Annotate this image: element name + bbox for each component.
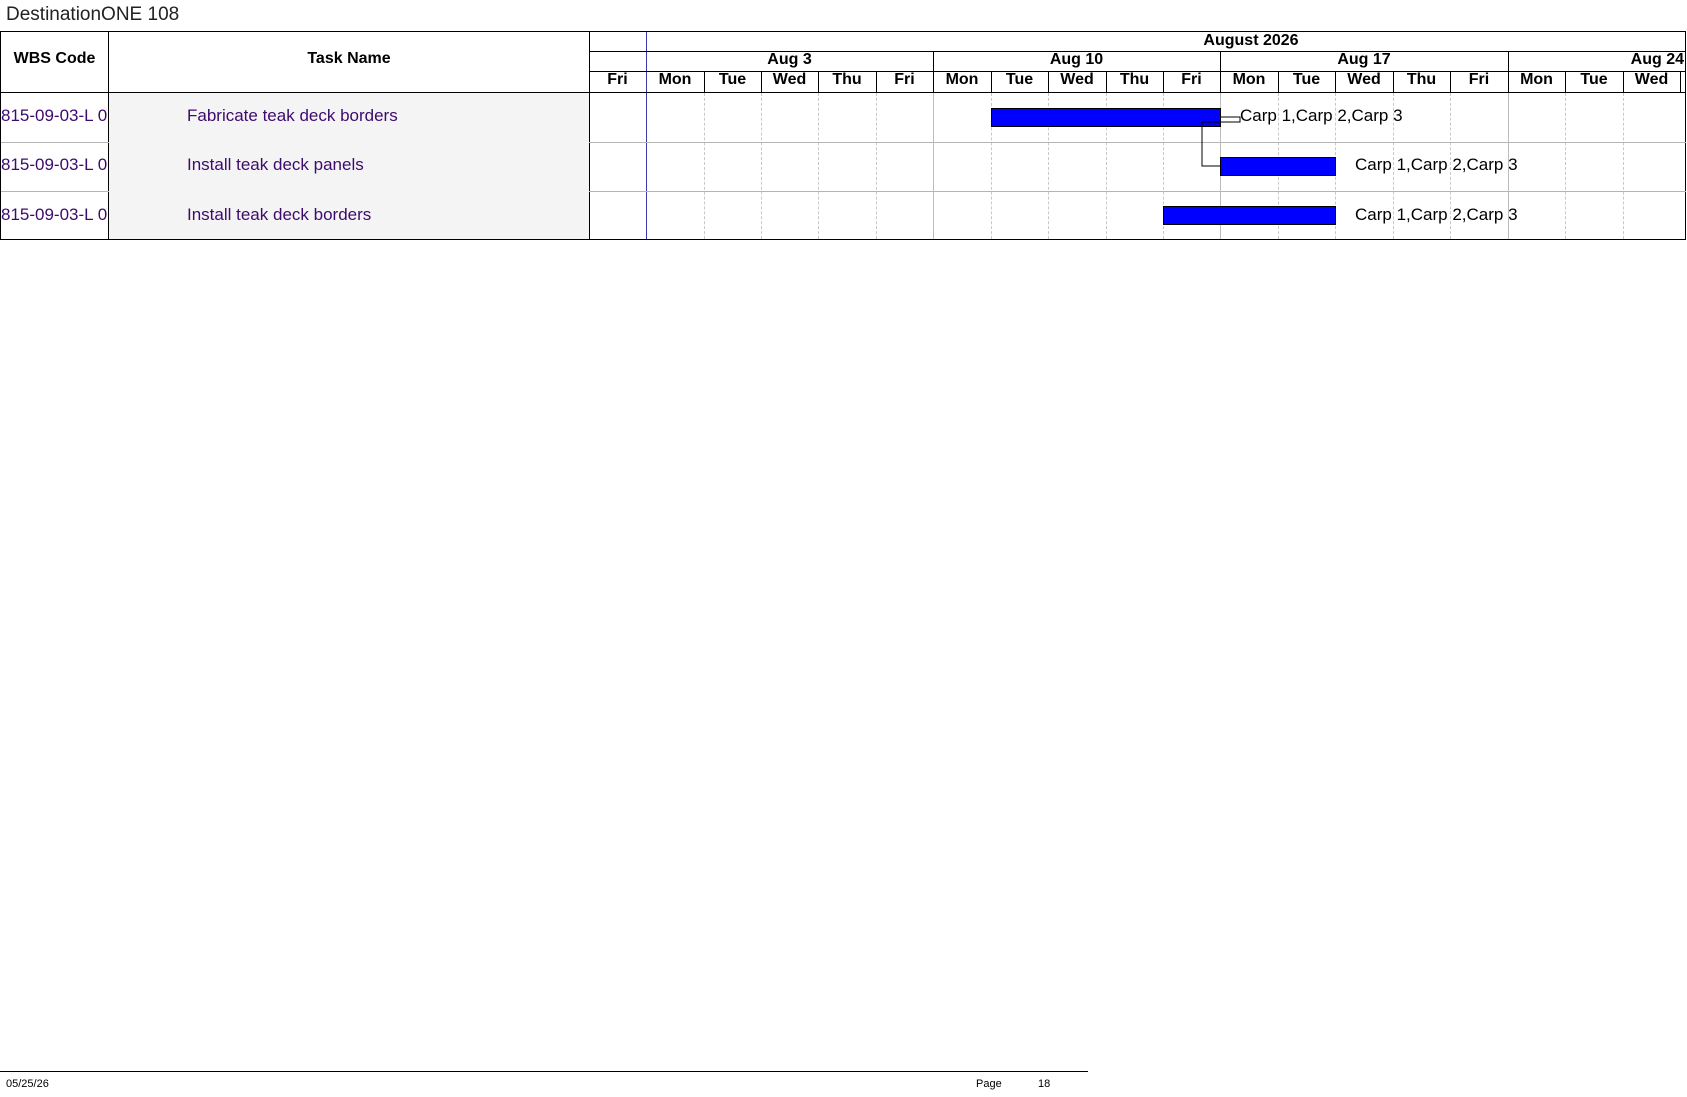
week-label: Aug 17: [1337, 51, 1391, 68]
footer-page-label: Page: [976, 1078, 1002, 1090]
document-title: DestinationONE 108: [6, 4, 180, 25]
gantt-table: WBS Code Task Name August 2026 Aug 3 Aug…: [0, 31, 1686, 240]
task-wbs-code[interactable]: 815-09-03-L 0: [1, 155, 108, 175]
day-label: Fri: [607, 71, 628, 88]
task-bar-install-borders[interactable]: [1163, 206, 1336, 225]
day-label: Mon: [945, 71, 979, 88]
day-label: Tue: [1005, 71, 1034, 88]
day-label: Tue: [1580, 71, 1608, 88]
task-wbs-code[interactable]: 815-09-03-L 0: [1, 205, 108, 225]
day-label: Wed: [1347, 71, 1381, 88]
day-label: Thu: [1406, 71, 1437, 88]
week-label: Aug 3: [767, 51, 812, 68]
day-label: Tue: [1292, 71, 1321, 88]
resource-names-label: Carp 1,Carp 2,Carp 3: [1355, 155, 1518, 174]
dependency-link-arrow: [1201, 116, 1241, 167]
day-label: Thu: [1119, 71, 1150, 88]
task-name-header[interactable]: Task Name: [109, 50, 589, 68]
day-label: Mon: [658, 71, 692, 88]
day-label: Thu: [832, 71, 862, 88]
day-label: Wed: [1634, 71, 1669, 88]
resource-names-label: Carp 1,Carp 2,Carp 3: [1355, 205, 1518, 224]
day-label: Mon: [1232, 71, 1266, 88]
week-label: Aug 10: [1049, 51, 1104, 68]
resource-names-label: Carp 1,Carp 2,Carp 3: [1240, 106, 1403, 125]
day-label: Fri: [894, 71, 915, 88]
grid-chart-divider[interactable]: [589, 32, 590, 239]
task-name[interactable]: Fabricate teak deck borders: [187, 106, 587, 126]
task-name[interactable]: Install teak deck panels: [187, 155, 587, 175]
footer-divider: [0, 1071, 1088, 1072]
task-bar-fabricate-borders[interactable]: [991, 108, 1221, 127]
footer-page-number: 18: [1038, 1078, 1051, 1090]
day-label: Wed: [1060, 71, 1094, 88]
day-label: Wed: [772, 71, 807, 88]
footer-date: 05/25/26: [6, 1078, 49, 1090]
task-name[interactable]: Install teak deck borders: [187, 205, 587, 225]
day-label: Tue: [718, 71, 747, 88]
day-label: Fri: [1468, 71, 1490, 88]
day-label: Fri: [1181, 71, 1202, 88]
task-wbs-code[interactable]: 815-09-03-L 0: [1, 106, 108, 126]
day-label: Mon: [1520, 71, 1553, 88]
week-label: Aug 24: [1630, 51, 1684, 68]
month-label: August 2026: [1203, 32, 1299, 49]
wbs-code-header[interactable]: WBS Code: [1, 50, 108, 68]
